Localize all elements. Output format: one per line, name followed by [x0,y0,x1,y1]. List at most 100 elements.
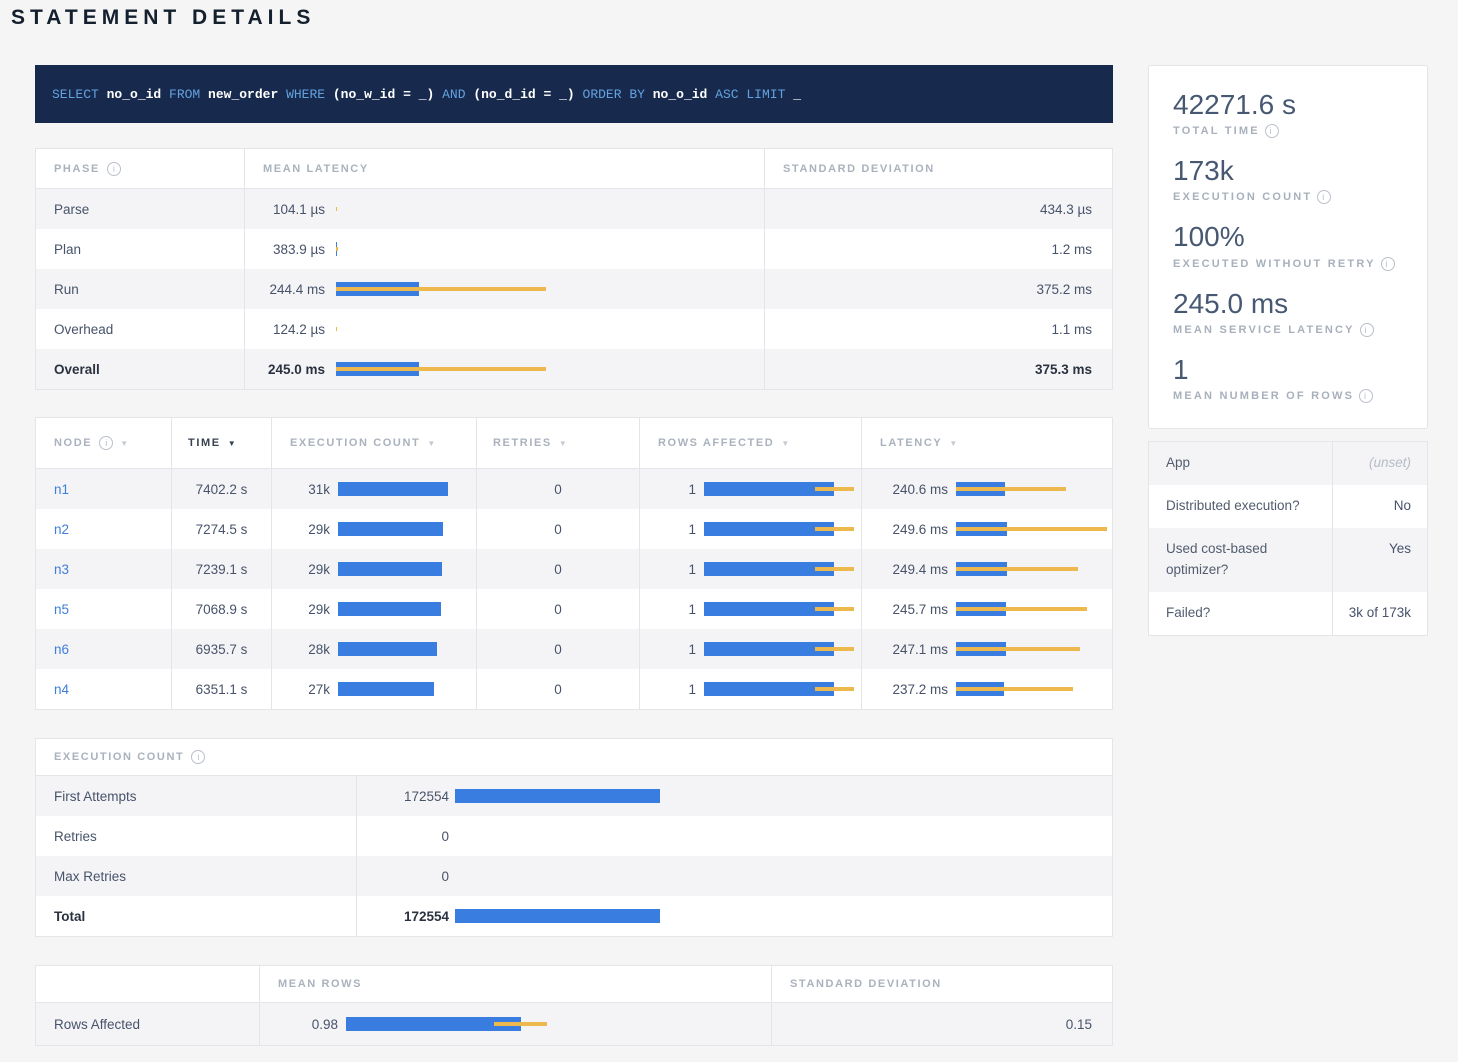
table-row-total: Total 172554 [36,896,1112,936]
node-row-n5: n5 7068.9 s 29k 0 1 245.7 ms [36,589,1112,629]
table-row-overall: Overall 245.0 ms 375.3 ms [36,349,1112,389]
count-value: 172554 [357,909,449,924]
std-dev-value: 0.15 [1066,1017,1092,1032]
exec-count-bar [338,522,448,536]
exec-count-value: 29k [272,522,330,537]
row-label: First Attempts [54,789,137,804]
sql-token: no_o_id [107,87,169,102]
phase-label: Run [54,282,79,297]
detail-value: 3k of 173k [1332,592,1427,635]
table-row-rows-affected: Rows Affected 0.98 0.15 [36,1003,1112,1045]
time-value: 6935.7 s [196,642,248,657]
column-header-mean-latency: MEAN LATENCY [244,149,764,188]
count-bar [455,789,660,803]
exec-count-bar [338,602,448,616]
std-dev-value: 375.3 ms [1035,362,1092,377]
retries-value: 0 [554,522,562,537]
info-icon[interactable]: i [1360,323,1374,337]
sql-token: ORDER BY [583,87,653,102]
retries-value: 0 [554,562,562,577]
table-row-max-retries: Max Retries 0 [36,856,1112,896]
sql-statement-box: SELECT no_o_id FROM new_order WHERE (no_… [35,65,1113,123]
node-link[interactable]: n3 [54,562,69,577]
retries-value: 0 [554,482,562,497]
sql-token: (no_w_id = _) [333,87,442,102]
page-title: STATEMENT DETAILS [11,6,315,30]
info-icon[interactable]: i [1317,190,1331,204]
phase-table-header: PHASE i MEAN LATENCY STANDARD DEVIATION [36,149,1112,189]
summary-sidebar: 42271.6 s TOTAL TIMEi 173k EXECUTION COU… [1148,65,1428,636]
latency-value: 249.6 ms [862,522,948,537]
table-row-retries: Retries 0 [36,816,1112,856]
mean-latency-value: 383.9 µs [245,242,325,257]
info-icon[interactable]: i [107,162,121,176]
table-row-first-attempts: First Attempts 172554 [36,776,1112,816]
stat-execution-count: 173k EXECUTION COUNTi [1173,155,1403,204]
count-bar [455,869,660,883]
node-link[interactable]: n2 [54,522,69,537]
mean-rows-bar [346,1017,551,1031]
sort-desc-icon: ▼ [120,439,128,448]
column-header-mean-rows: MEAN ROWS [259,966,771,1002]
column-header-retries[interactable]: RETRIES ▼ [476,418,639,468]
count-value: 0 [357,869,449,884]
sort-desc-icon: ▼ [559,439,567,448]
column-header-standard-deviation: STANDARD DEVIATION [771,966,1112,1002]
sql-token: ASC LIMIT [715,87,793,102]
rows-affected-value: 1 [640,482,696,497]
mean-latency-value: 124.2 µs [245,322,325,337]
column-header-time[interactable]: TIME ▼ [171,418,271,468]
detail-row-app: App (unset) [1149,442,1427,485]
statement-details-table: App (unset) Distributed execution? No Us… [1148,441,1428,636]
main-column: SELECT no_o_id FROM new_order WHERE (no_… [35,65,1113,1046]
exec-count-value: 28k [272,642,330,657]
sql-token: AND [442,87,473,102]
sort-desc-icon: ▼ [949,439,957,448]
node-link[interactable]: n1 [54,482,69,497]
count-value: 0 [357,829,449,844]
time-value: 7239.1 s [196,562,248,577]
node-link[interactable]: n6 [54,642,69,657]
exec-count-value: 27k [272,682,330,697]
latency-value: 237.2 ms [862,682,948,697]
column-header-latency[interactable]: LATENCY ▼ [861,418,1112,468]
column-header-standard-deviation: STANDARD DEVIATION [764,149,1112,188]
info-icon[interactable]: i [1381,257,1395,271]
node-row-n3: n3 7239.1 s 29k 0 1 249.4 ms [36,549,1112,589]
node-link[interactable]: n5 [54,602,69,617]
info-icon[interactable]: i [1359,389,1373,403]
latency-bar [956,642,1108,656]
mean-latency-value: 104.1 µs [245,202,325,217]
exec-count-bar [338,562,448,576]
detail-value: Yes [1332,528,1427,592]
latency-bar [956,562,1108,576]
time-value: 7274.5 s [196,522,248,537]
phase-label: Overhead [54,322,113,337]
info-icon[interactable]: i [1265,124,1279,138]
detail-row-cost-based-optimizer: Used cost-based optimizer? Yes [1149,528,1427,592]
stat-total-time: 42271.6 s TOTAL TIMEi [1173,89,1403,138]
column-header-rows-affected[interactable]: ROWS AFFECTED ▼ [639,418,861,468]
column-header-node[interactable]: NODE i ▼ [36,418,171,468]
node-row-n4: n4 6351.1 s 27k 0 1 237.2 ms [36,669,1112,709]
latency-bar [336,362,546,376]
info-icon[interactable]: i [191,750,205,764]
node-link[interactable]: n4 [54,682,69,697]
rows-affected-value: 1 [640,602,696,617]
latency-value: 249.4 ms [862,562,948,577]
info-icon[interactable]: i [99,436,113,450]
stat-mean-service-latency: 245.0 ms MEAN SERVICE LATENCYi [1173,288,1403,337]
rows-affected-bar [704,602,854,616]
rows-affected-value: 1 [640,642,696,657]
rows-affected-value: 1 [640,682,696,697]
table-row-run: Run 244.4 ms 375.2 ms [36,269,1112,309]
sql-token: WHERE [286,87,333,102]
rows-affected-bar [704,522,854,536]
node-stats-table: NODE i ▼ TIME ▼ EXECUTION COUNT ▼ RETRIE… [35,417,1113,710]
phase-label: Overall [54,362,100,377]
column-header-execution-count[interactable]: EXECUTION COUNT ▼ [271,418,476,468]
count-value: 172554 [357,789,449,804]
rows-affected-bar [704,482,854,496]
sql-token: new_order [208,87,286,102]
std-dev-value: 434.3 µs [1040,202,1092,217]
